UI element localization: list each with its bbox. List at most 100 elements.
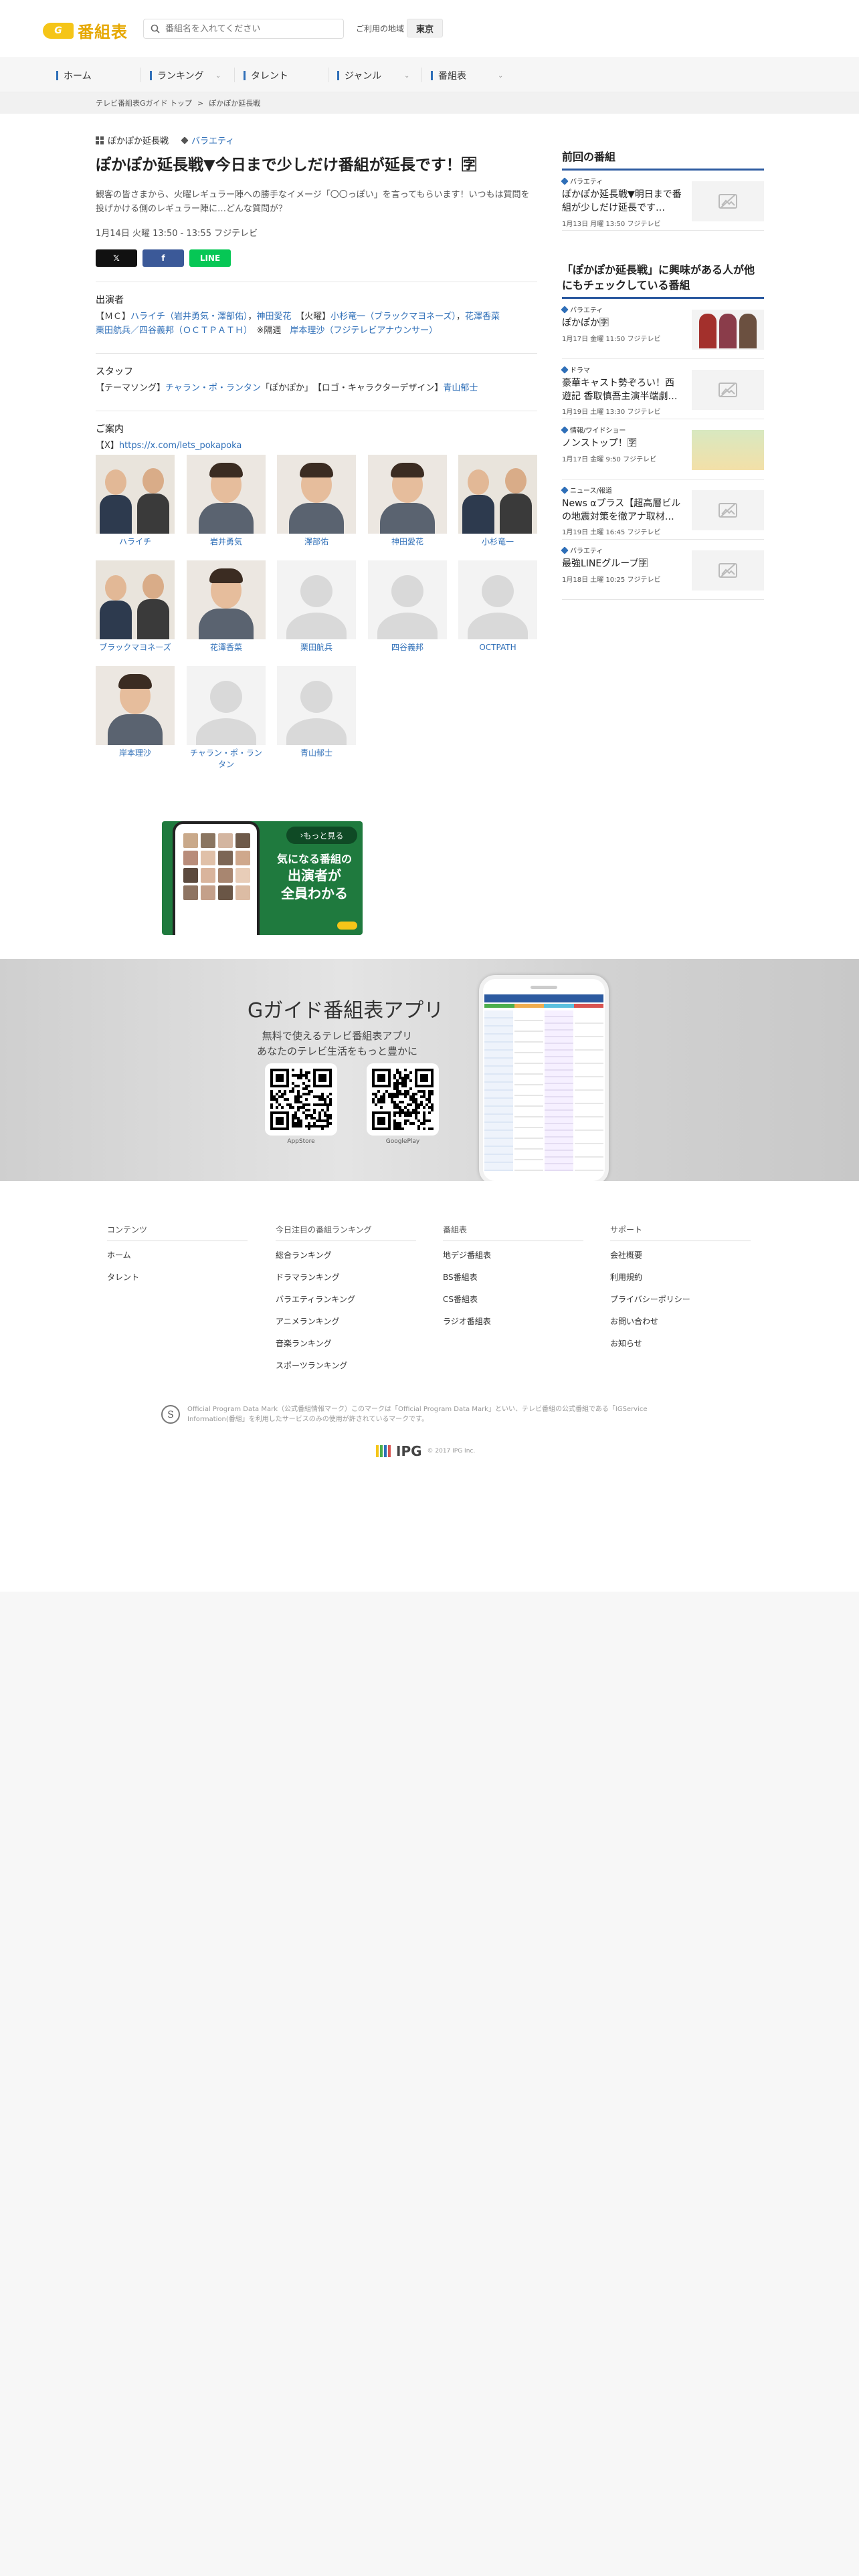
cast-name[interactable]: 四谷義邦 — [391, 643, 423, 652]
cast-photo — [368, 455, 447, 534]
cast-name[interactable]: 岸本理沙 — [119, 748, 151, 758]
mc-link-kanda[interactable]: 神田愛花 — [257, 312, 292, 322]
footer-link[interactable]: ホーム — [107, 1249, 248, 1261]
nav-bar-marker — [431, 71, 433, 80]
cast-card[interactable]: 澤部佑 — [277, 455, 356, 548]
tuesday-link-hanazawa[interactable]: 花澤香菜 — [465, 312, 500, 322]
share-line-button[interactable]: LINE — [189, 249, 231, 267]
mc-link-haraichi[interactable]: ハライチ（岩井勇気・澤部佑） — [130, 312, 248, 322]
cast-link-octpath[interactable]: 栗田航兵／四谷義邦（ＯＣＴＰＡＴＨ） — [96, 326, 248, 336]
cast-name[interactable]: 神田愛花 — [391, 537, 423, 546]
nav-home[interactable]: ホーム — [56, 68, 92, 84]
cast-card[interactable]: ブラックマヨネーズ — [96, 560, 175, 653]
program-card[interactable]: バラエティ 最強LINEグループ🈑 1月18日 土曜 10:25 フジテレビ — [561, 540, 764, 601]
genre-link[interactable]: バラエティ — [181, 134, 234, 146]
no-image-icon — [719, 383, 737, 398]
cast-ad-banner[interactable]: › もっと見る 気になる番組の 出演者が 全員わかる — [162, 821, 363, 935]
cast-card[interactable]: 岸本理沙 — [96, 666, 175, 759]
svg-text:S: S — [167, 1410, 174, 1420]
footer-link[interactable]: ラジオ番組表 — [443, 1315, 583, 1327]
series-name: ぽかぽか延長戦 — [108, 136, 169, 146]
search-input[interactable] — [165, 23, 332, 34]
share-facebook-button[interactable]: f — [142, 249, 184, 267]
nav-genre[interactable]: ジャンル — [337, 68, 381, 84]
footer-link[interactable]: アニメランキング — [276, 1315, 416, 1327]
ad-more-button[interactable]: › もっと見る — [286, 827, 357, 844]
cast-link-kishimoto[interactable]: 岸本理沙（フジテレビアナウンサー） — [290, 326, 438, 336]
no-image-icon — [719, 503, 737, 518]
footer-link[interactable]: 地デジ番組表 — [443, 1249, 583, 1261]
nav-bar-marker — [150, 71, 152, 80]
cast-card[interactable]: 四谷義邦 — [368, 560, 447, 653]
breadcrumb-top-link[interactable]: テレビ番組表Gガイド トップ — [96, 98, 192, 108]
x-account-link[interactable]: https://x.com/lets_pokapoka — [119, 441, 242, 451]
googleplay-qr-code[interactable] — [367, 1063, 439, 1136]
cast-card[interactable]: 花澤香菜 — [187, 560, 266, 653]
footer-col-support: サポート 会社概要 利用規約 プライバシーポリシー お問い合わせ お知らせ — [610, 1224, 751, 1360]
nav-talent[interactable]: タレント — [244, 68, 288, 84]
cast-card[interactable]: 小杉竜一 — [458, 455, 537, 548]
series-link[interactable]: ぽかぽか延長戦 — [96, 134, 169, 146]
program-card[interactable]: ニュース/報道 News αプラス【超高層ビルの地震対策を徹アナ取材… 1月19日 … — [561, 479, 764, 540]
cast-name[interactable]: OCTPATH — [479, 643, 516, 652]
cast-card[interactable]: チャラン・ポ・ランタン — [187, 666, 266, 770]
app-phone-mockup — [479, 975, 609, 1185]
share-x-button[interactable]: 𝕏 — [96, 249, 137, 267]
cast-card[interactable]: 青山郁士 — [277, 666, 356, 759]
footer-link[interactable]: 会社概要 — [610, 1249, 751, 1261]
footer-link[interactable]: スポーツランキング — [276, 1360, 416, 1371]
footer-link[interactable]: バラエティランキング — [276, 1293, 416, 1305]
staff-line: 【テーマソング】チャラン・ポ・ランタン「ぽかぽか」 【ロゴ・キャラクターデザイン… — [96, 382, 537, 396]
program-card[interactable]: 情報/ワイドショー ノンストップ！🈑 1月17日 金曜 9:50 フジテレビ — [561, 419, 764, 480]
cast-name[interactable]: 小杉竜一 — [482, 537, 514, 546]
program-card-title: ぽかぽか🈑 — [562, 318, 609, 329]
breadcrumb-separator: > — [197, 98, 204, 108]
cast-name[interactable]: 岩井勇気 — [210, 537, 242, 546]
footer-link[interactable]: 利用規約 — [610, 1271, 751, 1283]
app-subtitle: 無料で使えるテレビ番組表アプリ あなたのテレビ生活をもっと豊かに — [257, 1029, 417, 1059]
cast-photo — [187, 560, 266, 639]
cast-name[interactable]: 青山郁士 — [300, 748, 332, 758]
avatar-placeholder-icon — [277, 666, 356, 745]
cast-photo — [96, 455, 175, 534]
theme-artist-link[interactable]: チャラン・ポ・ランタン — [165, 383, 261, 393]
cast-card[interactable]: 神田愛花 — [368, 455, 447, 548]
cast-card[interactable]: 栗田航兵 — [277, 560, 356, 653]
footer-link[interactable]: BS番組表 — [443, 1271, 583, 1283]
footer-link[interactable]: 総合ランキング — [276, 1249, 416, 1261]
footer-link[interactable]: タレント — [107, 1271, 248, 1283]
nav-ranking[interactable]: ランキング — [150, 68, 204, 84]
designer-link[interactable]: 青山郁士 — [443, 383, 478, 393]
program-thumbnail — [692, 430, 764, 471]
avatar-placeholder-icon — [187, 666, 266, 745]
program-card[interactable]: バラエティ ぽかぽか延長戦▼明日まで番組が少しだけ延長です… 1月13日 月曜 13… — [561, 171, 764, 231]
region-button[interactable]: 東京 — [407, 19, 443, 37]
cast-card[interactable]: OCTPATH — [458, 560, 537, 653]
footer-link[interactable]: CS番組表 — [443, 1293, 583, 1305]
ad-text-3: 全員わかる — [281, 885, 348, 901]
footer-link[interactable]: お問い合わせ — [610, 1315, 751, 1327]
appstore-qr-code[interactable] — [265, 1063, 337, 1136]
tag-icon — [561, 306, 569, 314]
footer-link[interactable]: ドラマランキング — [276, 1271, 416, 1283]
nav-tvguide[interactable]: 番組表 — [431, 68, 466, 84]
footer-link[interactable]: 音楽ランキング — [276, 1337, 416, 1349]
cast-card[interactable]: ハライチ — [96, 455, 175, 548]
nav-label: 番組表 — [438, 71, 466, 82]
cast-name[interactable]: ハライチ — [119, 537, 151, 546]
nav-label: ホーム — [64, 71, 92, 82]
cast-card[interactable]: 岩井勇気 — [187, 455, 266, 548]
cast-name[interactable]: ブラックマヨネーズ — [99, 643, 171, 652]
site-logo[interactable]: G 番組表 — [43, 19, 128, 42]
footer-link[interactable]: お知らせ — [610, 1337, 751, 1349]
cast-name[interactable]: 澤部佑 — [304, 537, 328, 546]
program-card[interactable]: ドラマ 豪華キャスト勢ぞろい！西遊記 香取慎吾主演半端劇… 1月19日 土曜 13:… — [561, 359, 764, 420]
cast-name[interactable]: 花澤香菜 — [210, 643, 242, 652]
footer-link[interactable]: プライバシーポリシー — [610, 1293, 751, 1305]
program-title: ぽかぽか延長戦▼今日まで少しだけ番組が延長です！🈑 — [96, 156, 477, 174]
program-card[interactable]: バラエティ ぽかぽか🈑 1月17日 金曜 11:50 フジテレビ — [561, 299, 764, 360]
cast-name[interactable]: 栗田航兵 — [300, 643, 332, 652]
cast-line-2: 栗田航兵／四谷義邦（ＯＣＴＰＡＴＨ） ※隔週 岸本理沙（フジテレビアナウンサー） — [96, 324, 537, 338]
tuesday-link-kosugi[interactable]: 小杉竜一（ブラックマヨネーズ） — [330, 312, 456, 322]
cast-name[interactable]: チャラン・ポ・ランタン — [190, 748, 262, 769]
